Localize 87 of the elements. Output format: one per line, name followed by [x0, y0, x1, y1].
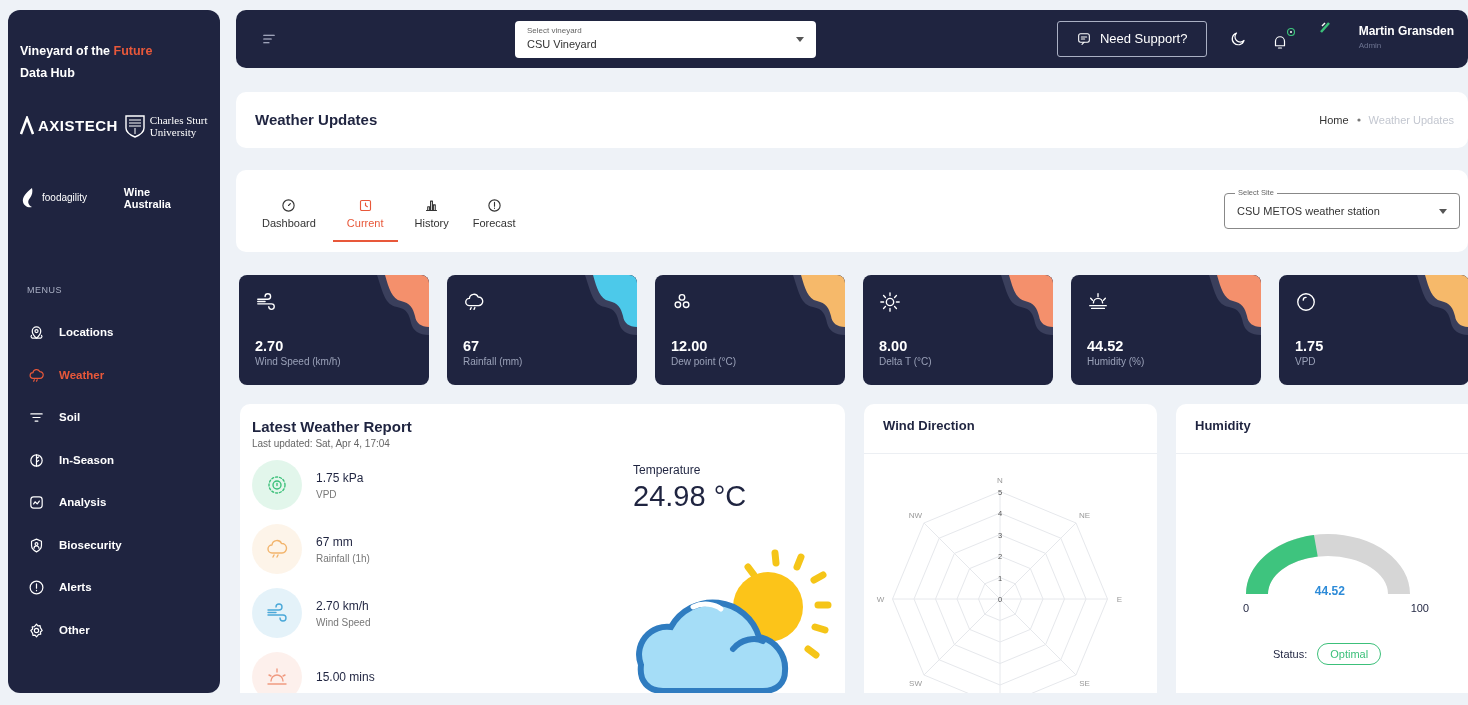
stat-label: Wind Speed (km/h) — [255, 355, 342, 369]
direction-label: SE — [1079, 679, 1090, 689]
logo-text: foodagility — [42, 192, 88, 204]
logo-text: Charles Sturt University — [149, 114, 209, 138]
menu-heading: MENUS — [27, 284, 63, 297]
menu-item[interactable]: Soil — [20, 396, 208, 439]
map-pin-icon — [28, 324, 45, 342]
logo-text: Wine Australia — [123, 186, 172, 210]
select-value: CSU METOS weather station — [1237, 204, 1380, 219]
clock-icon — [357, 198, 373, 214]
tab[interactable]: Dashboard — [255, 190, 323, 242]
menu-item[interactable]: Analysis — [20, 481, 208, 524]
temperature-value: 24.98 °C — [633, 479, 748, 513]
line-chart-icon — [28, 494, 45, 512]
alert-icon — [28, 579, 45, 597]
tab[interactable]: Forecast — [465, 190, 523, 242]
direction-label: N — [997, 475, 1003, 485]
vineyard-select[interactable]: Select vineyard CSU Vineyard — [515, 20, 816, 58]
alert-icon — [486, 198, 502, 214]
settings-icon — [28, 621, 45, 639]
stat-value: 1.75 — [1295, 337, 1325, 355]
reading-label: VPD — [316, 487, 338, 502]
reading-label: Rainfall (1h) — [316, 551, 370, 566]
rain-cloud-icon — [28, 366, 45, 384]
notification-dot-icon — [1286, 27, 1295, 36]
reading-value: 2.70 km/h — [316, 597, 370, 615]
direction-label: W — [876, 595, 885, 604]
stat-label: Dew point (°C) — [671, 355, 738, 369]
stat-label: Humidity (%) — [1087, 355, 1146, 369]
temperature-label: Temperature — [633, 462, 702, 479]
stat-value: 44.52 — [1087, 337, 1125, 355]
field-label: Select vineyard — [527, 26, 583, 36]
page-title: Weather Updates — [255, 111, 378, 129]
sun-icon — [879, 290, 901, 313]
wind-icon — [255, 290, 277, 313]
select-value: CSU Vineyard — [527, 37, 597, 52]
stat-label: VPD — [1295, 355, 1317, 369]
direction-label: NE — [1078, 510, 1091, 520]
app-subtitle: Data Hub — [20, 65, 76, 82]
stat-value: 2.70 — [255, 337, 285, 355]
tab[interactable]: Current — [332, 190, 398, 242]
gauge-max-label: 100 — [1410, 601, 1429, 616]
caret-icon — [796, 36, 804, 42]
message-icon — [1075, 31, 1092, 47]
card-title: Latest Weather Report — [252, 418, 413, 436]
menu-item[interactable]: Locations — [20, 311, 208, 354]
circle-icon — [1295, 290, 1317, 313]
crest-icon — [123, 114, 146, 138]
status-label: Status: — [1273, 646, 1308, 662]
wind-icon — [265, 601, 289, 625]
stat-value: 67 — [463, 337, 481, 355]
logo-text: AXISTECH — [38, 120, 118, 132]
menu-item[interactable]: Weather — [20, 354, 208, 397]
tab[interactable]: History — [407, 190, 456, 242]
card-title: Wind Direction — [883, 418, 976, 434]
breadcrumb-link[interactable]: Home — [1319, 111, 1349, 129]
reading-value: 67 mm — [316, 533, 354, 551]
gauge-icon — [281, 198, 297, 214]
reading-value: 1.75 kPa — [316, 469, 364, 487]
last-updated-text: Last updated: Sat, Apr 4, 17:04 — [252, 437, 391, 451]
leaf-icon — [28, 451, 45, 469]
target-icon — [265, 473, 289, 497]
menu-item[interactable]: Biosecurity — [20, 524, 208, 567]
direction-label: SW — [909, 679, 922, 689]
logo-mark-icon — [20, 116, 34, 136]
stat-label: Delta T (°C) — [879, 355, 933, 369]
reading-label: Wind Speed — [316, 615, 371, 630]
app-title: Vineyard of the Future — [20, 43, 154, 60]
gauge-min-label: 0 — [1243, 601, 1250, 616]
shield-user-icon — [28, 536, 45, 554]
menu-item[interactable]: Other — [20, 609, 208, 652]
user-name: Martin Gransden — [1358, 23, 1454, 40]
card-title: Humidity — [1195, 418, 1252, 434]
support-button[interactable]: Need Support? — [1056, 21, 1207, 57]
separator-dot-icon — [1356, 118, 1361, 122]
direction-label: E — [1116, 595, 1123, 604]
menu-item[interactable]: In-Season — [20, 439, 208, 482]
gauge-value: 44.52 — [1314, 583, 1345, 600]
bar-chart-icon — [424, 198, 440, 214]
stat-label: Rainfall (mm) — [463, 355, 524, 369]
reading-value: 15.00 mins — [316, 669, 375, 686]
stat-value: 8.00 — [879, 337, 909, 355]
stat-value: 12.00 — [671, 337, 709, 355]
direction-label: NW — [908, 510, 923, 520]
menu-item[interactable]: Alerts — [20, 566, 208, 609]
caret-icon — [1439, 208, 1447, 214]
user-role: Admin — [1358, 40, 1383, 52]
